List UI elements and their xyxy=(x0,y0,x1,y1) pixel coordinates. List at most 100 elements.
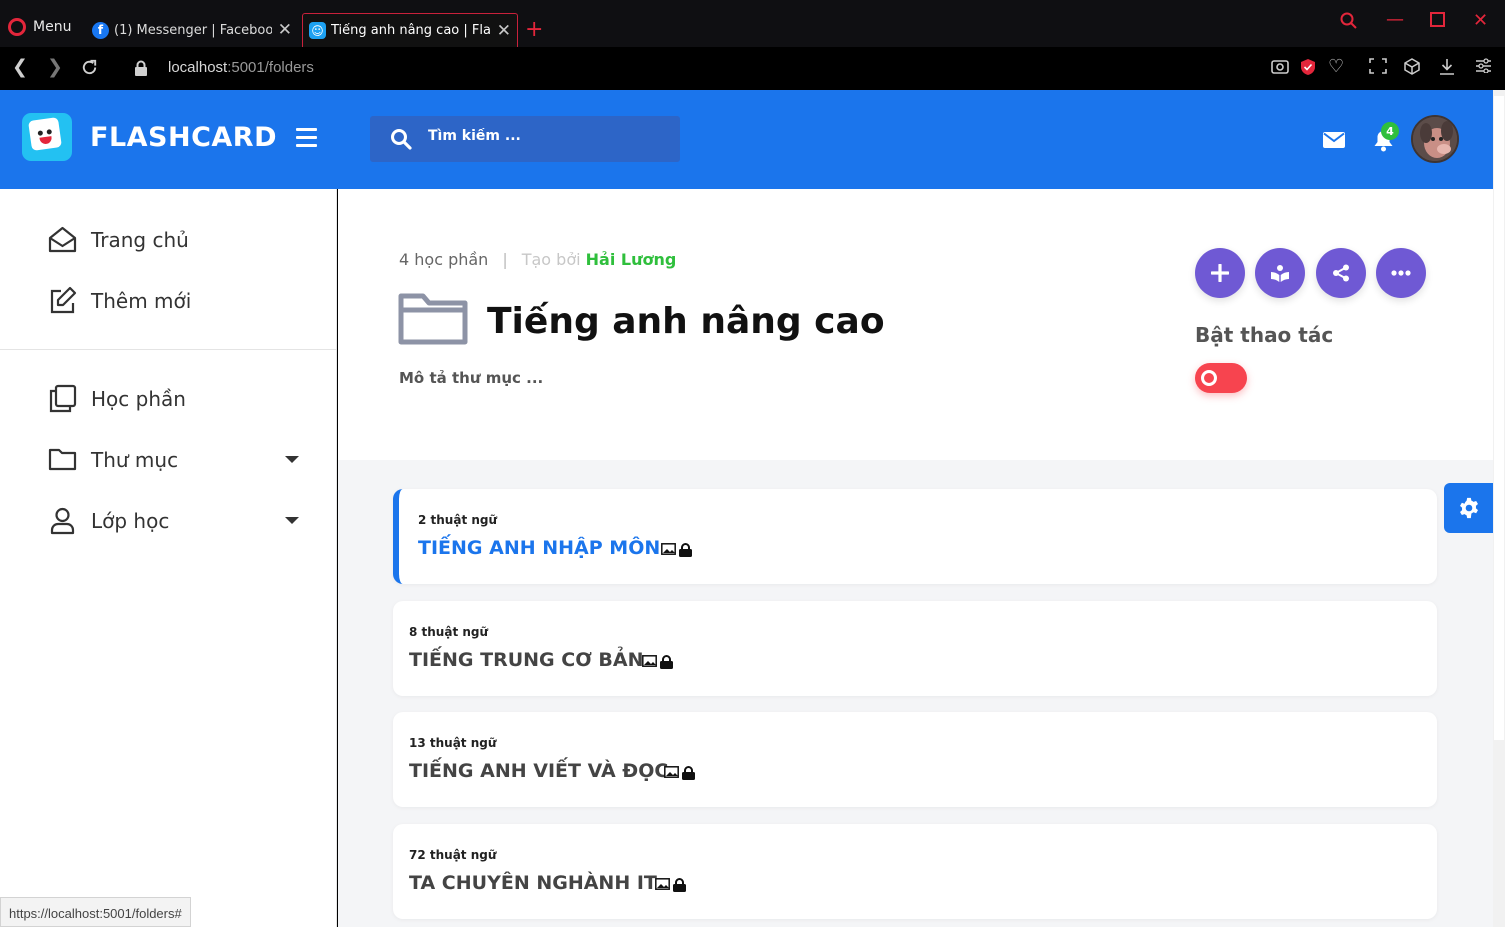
app-header: FLASHCARD 4 xyxy=(0,90,1493,189)
brand-name[interactable]: FLASHCARD xyxy=(90,122,277,153)
sidebar-item-label: Trang chủ xyxy=(91,227,189,252)
module-badges xyxy=(661,543,692,557)
tab-close-icon[interactable]: ✕ xyxy=(497,21,511,41)
copy-icon xyxy=(49,384,77,413)
term-count: 2 thuật ngữ xyxy=(418,513,498,527)
shield-icon[interactable] xyxy=(1300,58,1316,80)
maximize-icon[interactable] xyxy=(1430,12,1446,33)
gear-icon xyxy=(1459,497,1478,519)
share-button[interactable] xyxy=(1316,248,1366,298)
logo-card-shape xyxy=(28,117,62,151)
new-tab-plus-icon[interactable]: + xyxy=(525,17,543,42)
image-icon xyxy=(661,543,676,555)
lock-icon xyxy=(679,543,692,557)
meta-separator: | xyxy=(502,250,508,269)
module-title[interactable]: TIẾNG ANH VIẾT VÀ ĐỌC xyxy=(409,760,668,782)
url-path: :5001/folders xyxy=(227,59,314,76)
action-toggle[interactable] xyxy=(1195,363,1247,393)
url-field[interactable]: localhost:5001/folders xyxy=(168,59,314,76)
minimize-icon[interactable]: — xyxy=(1386,9,1404,30)
browser-search-icon[interactable] xyxy=(1340,12,1358,35)
more-icon xyxy=(1391,270,1411,276)
study-button[interactable] xyxy=(1255,248,1305,298)
term-count: 8 thuật ngữ xyxy=(409,625,489,639)
module-badges xyxy=(664,766,695,780)
easy-setup-icon[interactable] xyxy=(1476,58,1491,77)
chevron-down-icon[interactable] xyxy=(285,517,299,524)
flashcard-logo[interactable] xyxy=(22,113,72,161)
author-link[interactable]: Hải Lương xyxy=(586,250,677,269)
lock-icon xyxy=(135,60,147,76)
tab-title: Tiếng anh nâng cao | Flashcard xyxy=(331,23,491,38)
more-options-button[interactable] xyxy=(1376,248,1426,298)
browser-menu-button[interactable]: Menu xyxy=(8,18,71,36)
notification-badge: 4 xyxy=(1381,122,1399,140)
folder-icon xyxy=(398,293,468,345)
cube-icon[interactable] xyxy=(1404,58,1420,79)
module-badges xyxy=(655,878,686,892)
back-icon[interactable]: ❮ xyxy=(12,56,28,78)
scrollbar-thumb[interactable] xyxy=(1494,96,1504,740)
share-icon xyxy=(1333,264,1349,282)
tab-title: (1) Messenger | Facebook xyxy=(114,22,272,38)
flashcard-icon: ☺ xyxy=(309,22,326,39)
settings-button[interactable] xyxy=(1444,483,1493,533)
opera-logo-icon xyxy=(8,18,26,36)
search-input[interactable] xyxy=(428,128,668,144)
home-icon xyxy=(48,226,77,253)
sidebar: Trang chủ Thêm mới Học phần Thư mục Lớp … xyxy=(0,189,337,927)
image-icon xyxy=(664,766,679,778)
created-by-label: Tạo bởi xyxy=(521,250,581,269)
page-title: Tiếng anh nâng cao xyxy=(487,301,885,342)
book-icon xyxy=(1271,265,1289,282)
sidebar-divider xyxy=(0,349,337,350)
screenshot-icon[interactable] xyxy=(1369,58,1387,78)
sidebar-item-modules[interactable]: Học phần xyxy=(48,384,186,413)
module-title[interactable]: TIẾNG ANH NHẬP MÔN xyxy=(418,537,660,559)
heart-icon[interactable]: ♡ xyxy=(1328,56,1344,77)
module-count: 4 học phần xyxy=(399,250,489,269)
plus-icon xyxy=(1211,264,1229,282)
download-icon[interactable] xyxy=(1439,58,1455,79)
module-card[interactable]: 72 thuật ngữ TA CHUYÊN NGHÀNH IT xyxy=(393,824,1437,919)
tab-flashcard[interactable]: ☺ Tiếng anh nâng cao | Flashcard ✕ xyxy=(302,13,518,47)
folder-meta: 4 học phần | Tạo bởi Hải Lương xyxy=(399,250,676,269)
chevron-down-icon[interactable] xyxy=(285,456,299,463)
close-window-icon[interactable]: ✕ xyxy=(1473,10,1488,31)
lock-icon xyxy=(682,766,695,780)
mail-icon[interactable] xyxy=(1323,132,1345,148)
browser-titlebar: Menu f (1) Messenger | Facebook ✕ ☺ Tiến… xyxy=(0,0,1505,47)
sidebar-item-classes[interactable]: Lớp học xyxy=(48,506,169,535)
module-title[interactable]: TA CHUYÊN NGHÀNH IT xyxy=(409,872,657,894)
search-box xyxy=(370,116,680,162)
reload-icon[interactable] xyxy=(80,58,99,82)
module-card[interactable]: 8 thuật ngữ TIẾNG TRUNG CƠ BẢN xyxy=(393,601,1437,696)
module-card[interactable]: 2 thuật ngữ TIẾNG ANH NHẬP MÔN xyxy=(393,489,1437,584)
tab-close-icon[interactable]: ✕ xyxy=(278,20,292,40)
browser-menu-label: Menu xyxy=(33,19,72,35)
folder-description: Mô tả thư mục ... xyxy=(399,369,544,387)
main-content: 4 học phần | Tạo bởi Hải Lương Tiếng anh n… xyxy=(338,189,1493,927)
sidebar-item-label: Lớp học xyxy=(91,508,170,533)
sidebar-item-label: Thêm mới xyxy=(91,288,192,313)
forward-icon[interactable]: ❯ xyxy=(47,56,63,78)
logo-eye xyxy=(37,130,44,136)
module-title[interactable]: TIẾNG TRUNG CƠ BẢN xyxy=(409,649,644,671)
sidebar-item-label: Học phần xyxy=(91,386,186,411)
snapshot-icon[interactable] xyxy=(1271,58,1289,78)
module-badges xyxy=(642,655,673,669)
add-module-button[interactable] xyxy=(1195,248,1245,298)
sidebar-item-label: Thư mục xyxy=(91,447,179,472)
term-count: 13 thuật ngữ xyxy=(409,736,497,750)
sidebar-item-home[interactable]: Trang chủ xyxy=(48,225,189,254)
user-avatar[interactable] xyxy=(1411,115,1459,163)
tab-messenger[interactable]: f (1) Messenger | Facebook ✕ xyxy=(86,13,298,47)
module-card[interactable]: 13 thuật ngữ TIẾNG ANH VIẾT VÀ ĐỌC xyxy=(393,712,1437,807)
sidebar-item-add-new[interactable]: Thêm mới xyxy=(48,286,191,315)
toggle-knob xyxy=(1201,370,1217,386)
menu-toggle-icon[interactable] xyxy=(296,128,317,148)
image-icon xyxy=(642,655,657,667)
image-icon xyxy=(655,878,670,890)
search-icon[interactable] xyxy=(390,128,412,150)
sidebar-item-folders[interactable]: Thư mục xyxy=(48,445,178,474)
